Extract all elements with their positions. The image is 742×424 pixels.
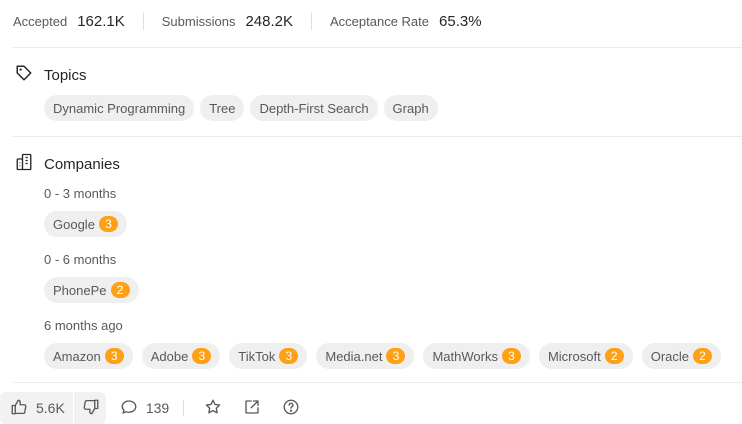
company-tags: Amazon 3 Adobe 3 TikTok 3 Media.net 3 Ma…	[44, 343, 721, 369]
company-tag[interactable]: Google 3	[44, 211, 127, 237]
company-name: Adobe	[150, 348, 189, 364]
divider	[13, 47, 742, 48]
company-count-badge: 3	[192, 348, 212, 364]
companies-title: Companies	[44, 156, 120, 173]
stat-separator	[142, 12, 144, 30]
company-tag[interactable]: Adobe 3	[141, 343, 221, 369]
company-tag[interactable]: PhonePe 2	[44, 277, 139, 303]
stats-bar: Accepted 162.1K Submissions 248.2K Accep…	[13, 0, 482, 42]
companies-header[interactable]: Companies	[15, 153, 120, 176]
topics-title: Topics	[44, 67, 87, 84]
divider	[13, 382, 742, 383]
stat-label: Acceptance Rate	[330, 13, 430, 29]
period-label: 0 - 6 months	[44, 252, 117, 267]
thumbs-down-icon	[82, 398, 100, 419]
help-button[interactable]	[282, 398, 300, 419]
action-bar: 5.6K 139	[0, 392, 300, 424]
company-name: Google	[53, 216, 95, 232]
company-tags: Google 3	[44, 211, 133, 237]
topic-tag[interactable]: Dynamic Programming	[44, 95, 195, 121]
stat-value: 65.3%	[439, 12, 482, 30]
company-name: MathWorks	[432, 348, 498, 364]
stat-accepted: Accepted 162.1K	[13, 13, 125, 30]
company-name: Amazon	[53, 348, 101, 364]
period-label: 6 months ago	[44, 318, 123, 333]
topics-header[interactable]: Topics	[15, 64, 87, 87]
stat-label: Accepted	[13, 13, 68, 29]
company-tag[interactable]: Media.net 3	[316, 343, 415, 369]
stat-acceptance-rate: Acceptance Rate 65.3%	[330, 13, 482, 30]
comment-icon	[120, 398, 138, 419]
divider	[13, 136, 742, 137]
company-count-badge: 3	[279, 348, 299, 364]
topic-tag[interactable]: Graph	[383, 95, 438, 121]
company-count-badge: 3	[501, 348, 521, 364]
stat-value: 162.1K	[77, 12, 125, 30]
company-name: Media.net	[325, 348, 383, 364]
company-tags: PhonePe 2	[44, 277, 145, 303]
help-icon	[282, 398, 300, 419]
topic-tag[interactable]: Depth-First Search	[250, 95, 378, 121]
share-button[interactable]	[243, 398, 261, 419]
company-name: TikTok	[238, 348, 276, 364]
topic-tags: Dynamic Programming Tree Depth-First Sea…	[44, 95, 444, 121]
like-button[interactable]: 5.6K	[0, 392, 73, 424]
company-tag[interactable]: Amazon 3	[44, 343, 133, 369]
period-label: 0 - 3 months	[44, 186, 117, 201]
stat-label: Submissions	[161, 13, 236, 29]
vote-group: 5.6K	[0, 392, 106, 424]
topic-tag[interactable]: Tree	[200, 95, 245, 121]
company-tag[interactable]: MathWorks 3	[423, 343, 530, 369]
stat-submissions: Submissions 248.2K	[162, 13, 293, 30]
company-name: PhonePe	[53, 282, 107, 298]
stat-separator	[311, 12, 312, 30]
company-tag[interactable]: Oracle 2	[641, 343, 721, 369]
company-tag[interactable]: TikTok 3	[229, 343, 308, 369]
tag-icon	[15, 64, 33, 87]
like-count: 5.6K	[36, 400, 65, 416]
company-count-badge: 2	[693, 348, 712, 364]
company-count-badge: 2	[110, 282, 130, 298]
stat-value: 248.2K	[245, 12, 293, 30]
company-count-badge: 3	[98, 216, 118, 232]
company-name: Oracle	[650, 348, 689, 364]
star-icon	[204, 398, 222, 419]
action-separator	[183, 400, 185, 416]
company-count-badge: 2	[604, 348, 624, 364]
company-count-badge: 3	[104, 348, 124, 364]
share-icon	[243, 398, 261, 419]
favorite-button[interactable]	[204, 398, 222, 419]
company-tag[interactable]: Microsoft 2	[538, 343, 633, 369]
building-icon	[15, 153, 33, 176]
company-name: Microsoft	[547, 348, 601, 364]
comment-count: 139	[145, 400, 170, 416]
dislike-button[interactable]	[74, 392, 106, 424]
thumbs-up-icon	[10, 398, 28, 419]
comments-button[interactable]: 139	[120, 398, 169, 419]
company-count-badge: 3	[386, 348, 406, 364]
